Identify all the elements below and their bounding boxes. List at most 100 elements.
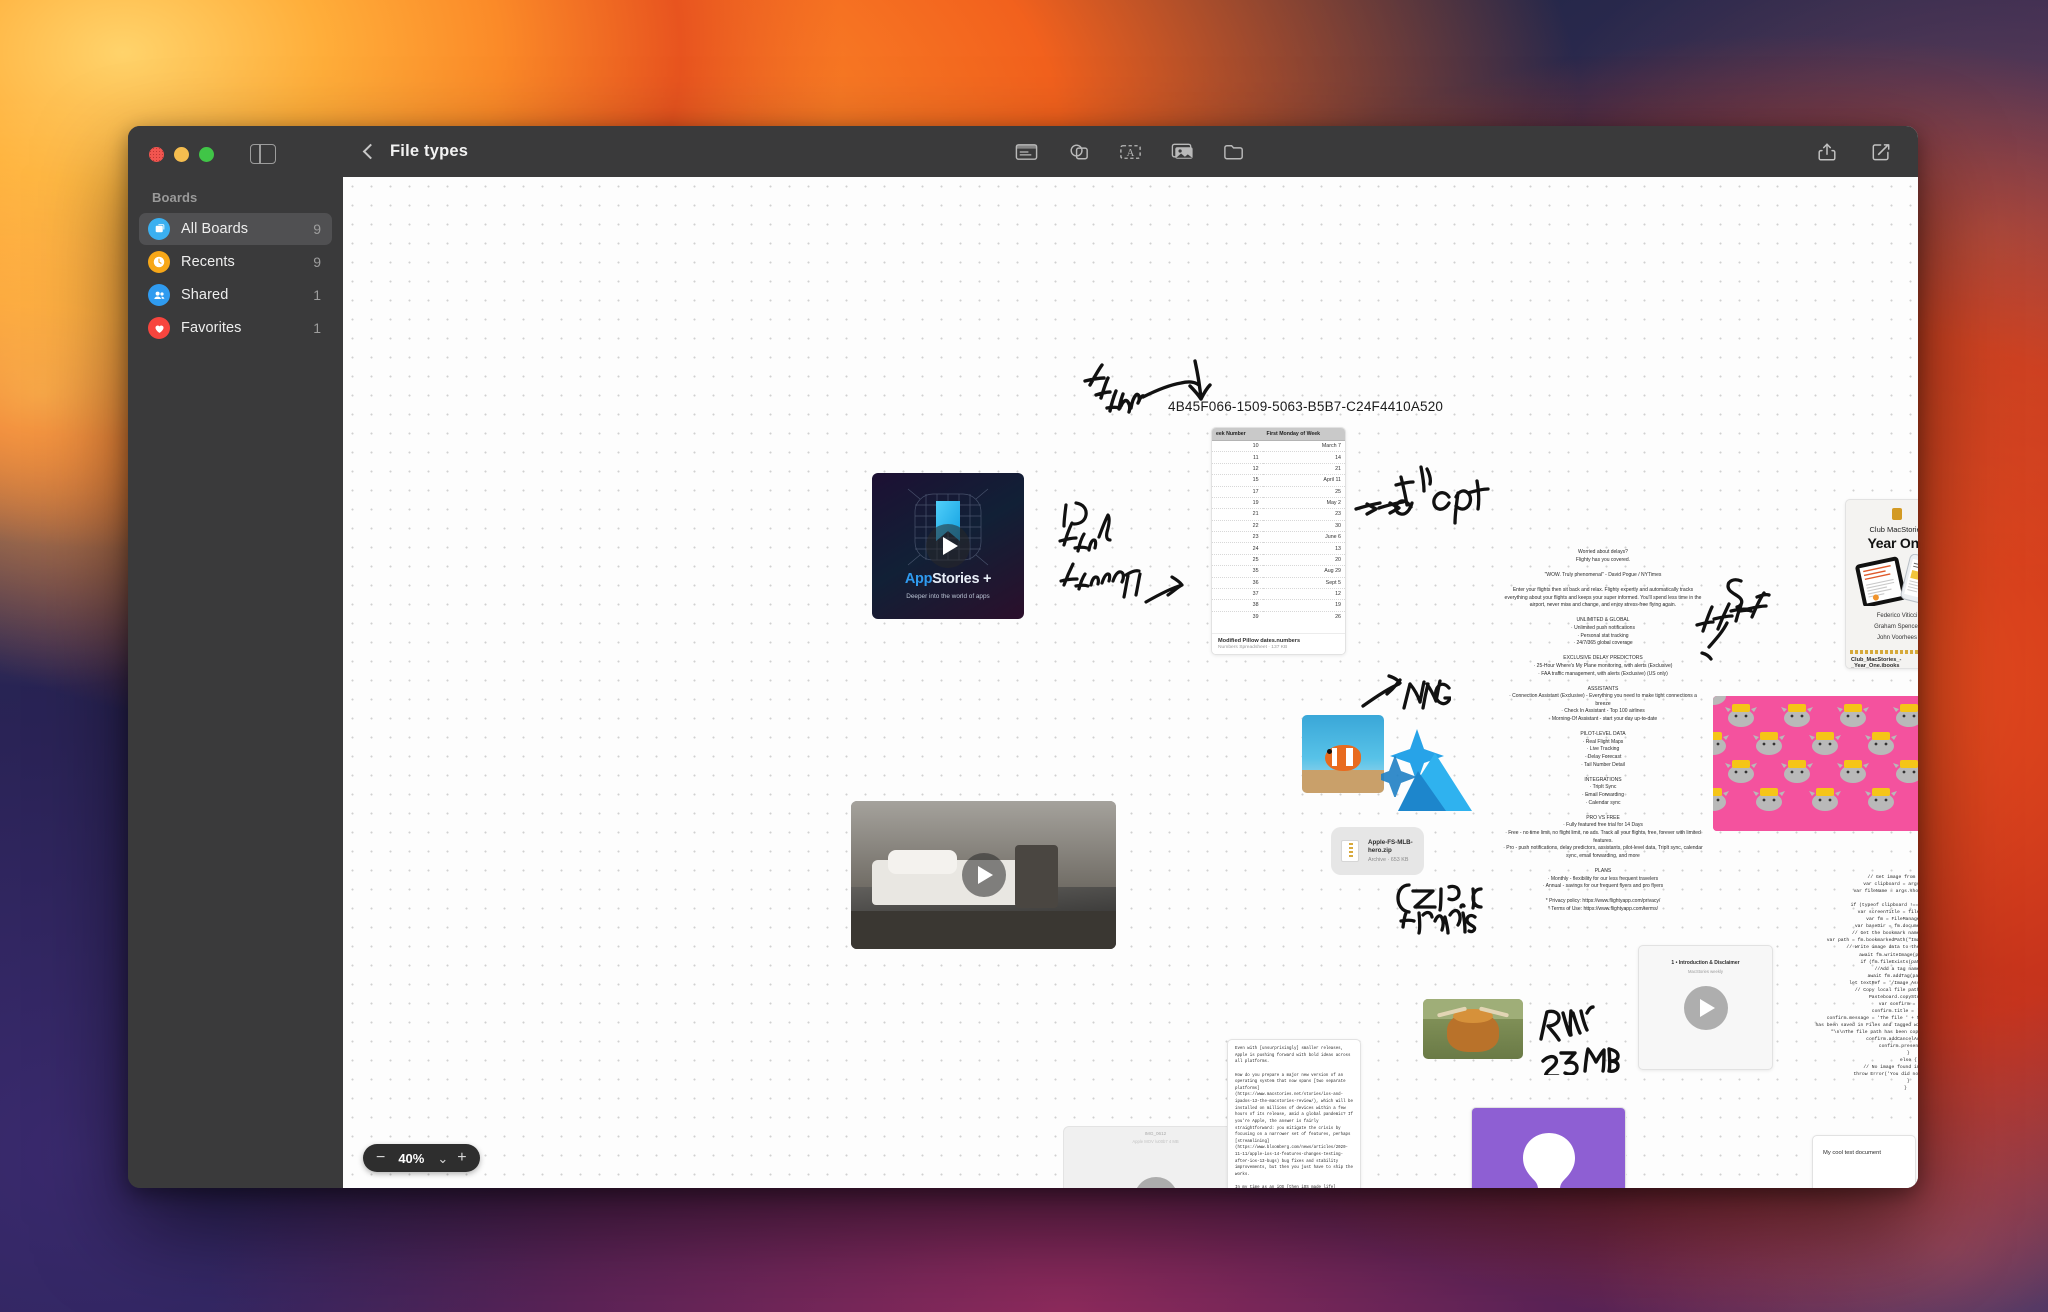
board-canvas[interactable]: 4B45F066-1509-5063-B5B7-C24F4410A520 App… <box>343 177 1918 1188</box>
back-chevron-icon[interactable] <box>362 143 379 160</box>
app-window: Boards All Boards 9 Recents 9 Shared 1 F… <box>128 126 1918 1188</box>
table-row: 21 23 <box>1212 508 1345 521</box>
table-row: 35 Aug 29 <box>1212 565 1345 578</box>
pages-note-card[interactable]: My cool test document cool pages Pages D… <box>1812 1135 1916 1188</box>
sidebar-item-label: All Boards <box>181 221 249 237</box>
book-author: John Voorhees <box>1876 635 1918 642</box>
sidebar-item-shared[interactable]: Shared 1 <box>139 279 332 311</box>
sidebar-item-label: Shared <box>181 287 229 303</box>
toolbar-right-group <box>1816 141 1896 163</box>
table-cell: 15 <box>1212 474 1263 487</box>
insert-shape-button[interactable] <box>1066 141 1092 163</box>
people-icon <box>148 284 170 306</box>
zip-file-chip[interactable]: Apple-FS-MLB-hero.zip Archive · 653 KB <box>1331 827 1424 875</box>
compose-icon[interactable] <box>1870 141 1896 163</box>
bedroom-video[interactable] <box>851 801 1116 949</box>
sidebar-item-label: Recents <box>181 254 235 270</box>
sidebar-item-all-boards[interactable]: All Boards 9 <box>139 213 332 245</box>
boards-icon <box>148 218 170 240</box>
handwriting-png <box>1361 674 1451 710</box>
sheet-col-header: First Monday of Week <box>1262 428 1345 441</box>
table-row: 39 26 <box>1212 611 1345 620</box>
flighty-text-block[interactable]: Worried about delays? Flighty has you co… <box>1503 549 1703 914</box>
chip-title: Apple-FS-MLB-hero.zip <box>1368 838 1413 854</box>
sidebar-item-count: 1 <box>313 320 321 336</box>
zoom-button[interactable] <box>199 146 214 162</box>
table-cell: 10 <box>1212 440 1263 453</box>
table-cell: 24 <box>1212 542 1263 555</box>
chip-sub: Archive · 653 KB <box>1368 857 1409 864</box>
triangle-shape[interactable] <box>1396 749 1474 815</box>
card-meta-title: Club_MacStories_-_Year_One.ibooks <box>1851 657 1902 669</box>
table-row: 17 25 <box>1212 486 1345 498</box>
markdown-note-card[interactable]: Even with [unsurprisingly] smaller relea… <box>1227 1039 1361 1188</box>
play-button[interactable] <box>961 853 1006 897</box>
table-cell: 19 <box>1262 599 1345 612</box>
club-macstories-card[interactable]: Club MacStories Year One <box>1845 499 1918 669</box>
table-cell: 11 <box>1212 451 1263 464</box>
sheet-col-header: eek Number <box>1212 428 1263 441</box>
table-cell: 21 <box>1212 508 1263 521</box>
table-cell: 21 <box>1262 463 1345 476</box>
table-cell: 37 <box>1212 588 1263 601</box>
insert-text-button[interactable]: A <box>1118 141 1144 163</box>
zip-icon <box>1341 840 1359 862</box>
zoom-in-button[interactable]: + <box>457 1150 466 1166</box>
sidebar-item-recents[interactable]: Recents 9 <box>139 246 332 278</box>
table-row: 19 May 2 <box>1212 497 1345 510</box>
sidebar: Boards All Boards 9 Recents 9 Shared 1 F… <box>128 126 343 1188</box>
card-meta: Club_MacStories_-_Year_One.ibooks Book ·… <box>1846 654 1918 669</box>
pusheen-pattern-photo[interactable] <box>1713 696 1918 831</box>
highland-cow-photo[interactable] <box>1423 999 1523 1059</box>
appstories-tagline: Deeper into the world of apps <box>906 593 990 600</box>
table-cell: Aug 29 <box>1262 565 1345 578</box>
chip-text: Apple-FS-MLB-hero.zip Archive · 653 KB <box>1368 839 1414 864</box>
clownfish-photo[interactable] <box>1302 715 1384 793</box>
intro-doc-card[interactable]: 1 • Introduction & Disclaimer MacStories… <box>1638 945 1773 1070</box>
table-cell: 23 <box>1212 531 1263 544</box>
shortcut-card[interactable]: Clipart GIF.shortcut Shortcut · 18 KB <box>1471 1107 1626 1188</box>
table-cell: May 2 <box>1262 497 1345 510</box>
insert-media-button[interactable] <box>1170 141 1196 163</box>
handwriting-id-should-become <box>1058 501 1184 604</box>
table-cell: 35 <box>1212 565 1263 578</box>
play-button[interactable] <box>1683 985 1728 1030</box>
table-cell: Sept 5 <box>1262 577 1345 589</box>
zoom-control[interactable]: − 40% ⌄ + <box>363 1144 480 1172</box>
table-row: 22 30 <box>1212 520 1345 533</box>
card-meta-sub: Numbers Spreadsheet · 137 KB <box>1218 645 1288 650</box>
pages-body: My cool test document <box>1823 1150 1881 1156</box>
share-icon[interactable] <box>1816 141 1842 163</box>
book-brand: Club MacStories <box>1869 525 1918 534</box>
table-cell: 39 <box>1212 611 1263 620</box>
grey-video-card[interactable]: IMG_0612 Apple MOV \u00b7 4 MB <box>1063 1126 1248 1188</box>
play-button[interactable] <box>1133 1176 1178 1188</box>
intro-doc-sub: MacStories weekly <box>1688 969 1723 974</box>
table-row: 37 12 <box>1212 588 1345 601</box>
numbers-spreadsheet-card[interactable]: eek Number First Monday of Week 10 March … <box>1211 427 1346 655</box>
zoom-out-button[interactable]: − <box>376 1150 385 1166</box>
close-button[interactable] <box>149 146 164 162</box>
appstories-video-card[interactable]: AppStories + Deeper into the world of ap… <box>872 473 1024 619</box>
table-row: 11 14 <box>1212 451 1345 464</box>
table-cell: 26 <box>1262 611 1345 620</box>
book-author: Federico Viticci <box>1876 613 1918 619</box>
insert-note-button[interactable] <box>1014 141 1040 163</box>
card-meta: Modified Pillow dates.numbers Numbers Sp… <box>1212 632 1345 654</box>
play-button[interactable] <box>926 524 970 568</box>
table-cell: 14 <box>1262 451 1345 464</box>
chevron-down-icon[interactable]: ⌄ <box>437 1152 448 1165</box>
sidebar-toggle-icon[interactable] <box>250 144 276 164</box>
table-row: 36 Sept 5 <box>1212 577 1345 589</box>
markdown-body: Even with [unsurprisingly] smaller relea… <box>1235 1047 1353 1188</box>
insert-file-button[interactable] <box>1222 141 1248 163</box>
table-cell: June 6 <box>1262 531 1345 544</box>
sidebar-item-label: Favorites <box>181 320 242 336</box>
toolbar: File types A <box>343 126 1918 177</box>
table-cell: March 7 <box>1262 440 1345 453</box>
sidebar-item-count: 9 <box>313 254 321 270</box>
minimize-button[interactable] <box>174 146 189 162</box>
table-cell: 19 <box>1212 497 1263 510</box>
sidebar-item-favorites[interactable]: Favorites 1 <box>139 312 332 344</box>
js-code-block[interactable]: // Get image from arguments var clipboar… <box>1813 874 1918 1092</box>
